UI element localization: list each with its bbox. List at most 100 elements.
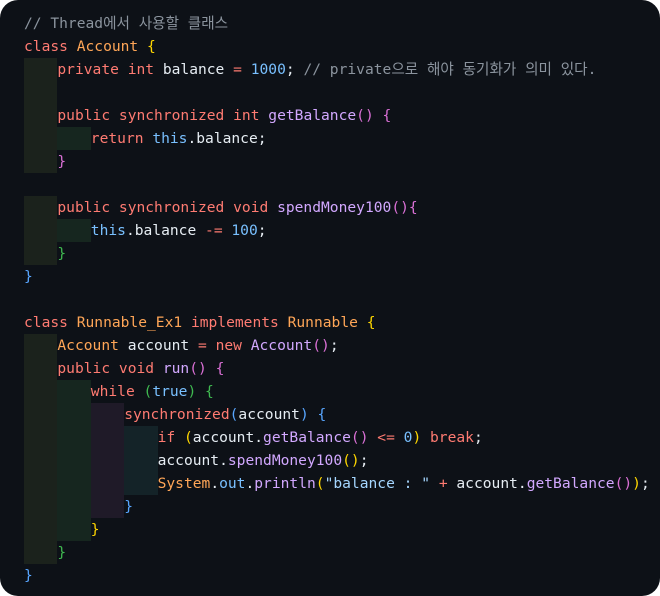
indent-guide bbox=[24, 518, 58, 541]
code-line-25: } bbox=[0, 564, 660, 587]
code-token: -= bbox=[205, 222, 232, 239]
code-token: public bbox=[57, 199, 119, 216]
code-text: // Thread에서 사용할 클래스 bbox=[24, 15, 228, 32]
indent-guide bbox=[57, 219, 91, 242]
code-token: return bbox=[90, 130, 153, 147]
code-token: class bbox=[24, 38, 77, 55]
indent-guide bbox=[24, 357, 58, 380]
indent-guide bbox=[57, 426, 91, 449]
code-token: out bbox=[219, 475, 246, 492]
code-token: Runnable bbox=[287, 314, 367, 331]
code-token: ) bbox=[187, 383, 206, 400]
code-token: .balance bbox=[125, 222, 206, 239]
code-token: this bbox=[90, 222, 126, 239]
indent-guide bbox=[57, 127, 91, 150]
code-token: synchronized bbox=[124, 406, 230, 423]
code-token: int bbox=[127, 61, 163, 78]
code-text: private int balance = 1000; // private으로… bbox=[57, 61, 596, 78]
code-text: System.out.println("balance : " + accoun… bbox=[158, 475, 650, 492]
code-token: { bbox=[382, 107, 392, 124]
indent-guide bbox=[124, 449, 158, 472]
code-line-4 bbox=[0, 81, 660, 104]
code-token: Account bbox=[76, 38, 148, 55]
indent-guide bbox=[57, 518, 91, 541]
code-token: new bbox=[215, 337, 251, 354]
indent-guide bbox=[57, 380, 91, 403]
code-line-10: this.balance -= 100; bbox=[0, 219, 660, 242]
indent-guide bbox=[124, 472, 158, 495]
code-token: public bbox=[57, 360, 119, 377]
code-token: . bbox=[245, 475, 255, 492]
code-token: } bbox=[24, 268, 33, 285]
code-line-14: class Runnable_Ex1 implements Runnable { bbox=[0, 311, 660, 334]
indent-guide bbox=[57, 495, 91, 518]
code-token: void bbox=[118, 360, 163, 377]
indent-guide bbox=[57, 403, 91, 426]
indent-guide bbox=[24, 104, 58, 127]
indent-guide bbox=[24, 81, 58, 104]
indent-guide bbox=[24, 127, 58, 150]
code-line-20: account.spendMoney100(); bbox=[0, 449, 660, 472]
code-token: () bbox=[312, 337, 330, 354]
code-token: account. bbox=[192, 429, 264, 446]
indent-guide bbox=[24, 242, 58, 265]
code-token: account. bbox=[456, 475, 527, 492]
code-token: this bbox=[152, 130, 188, 147]
indent-guide bbox=[90, 449, 125, 472]
indent-guide bbox=[24, 495, 58, 518]
code-token: { bbox=[366, 314, 376, 331]
code-line-2: class Account { bbox=[0, 35, 660, 58]
indent-guide bbox=[90, 426, 125, 449]
code-token: void bbox=[233, 199, 278, 216]
code-line-21: System.out.println("balance : " + accoun… bbox=[0, 472, 660, 495]
code-token: } bbox=[57, 544, 67, 561]
code-token: Runnable_Ex1 bbox=[76, 314, 191, 331]
code-token: getBalance bbox=[263, 429, 351, 446]
code-line-5: public synchronized int getBalance() { bbox=[0, 104, 660, 127]
code-token: . bbox=[210, 475, 220, 492]
code-token: <= bbox=[377, 429, 404, 446]
code-token: ) bbox=[632, 475, 641, 492]
indent-guide bbox=[24, 196, 58, 219]
code-token: = bbox=[233, 61, 251, 78]
code-token: ) bbox=[412, 429, 431, 446]
code-token: () bbox=[342, 452, 360, 469]
code-token: ; bbox=[473, 429, 483, 446]
code-token: () bbox=[189, 360, 216, 377]
code-text: if (account.getBalance() <= 0) break; bbox=[158, 429, 483, 446]
code-text: return this.balance; bbox=[91, 130, 267, 147]
code-window: // Thread에서 사용할 클래스 class Account { priv… bbox=[0, 0, 660, 596]
code-token: ) bbox=[299, 406, 318, 423]
code-line-19: if (account.getBalance() <= 0) break; bbox=[0, 426, 660, 449]
code-token: true bbox=[152, 383, 188, 400]
code-line-17: while (true) { bbox=[0, 380, 660, 403]
code-token: () bbox=[391, 199, 409, 216]
code-line-1: // Thread에서 사용할 클래스 bbox=[0, 12, 660, 35]
code-token: implements bbox=[190, 314, 288, 331]
code-token: ; bbox=[329, 337, 339, 354]
indent-guide bbox=[24, 426, 58, 449]
code-token: // private으로 해야 동기화가 의미 있다. bbox=[303, 61, 597, 78]
code-token: Account bbox=[250, 337, 313, 354]
code-token: { bbox=[147, 38, 156, 55]
code-token: synchronized bbox=[118, 107, 234, 124]
code-text: } bbox=[91, 521, 100, 538]
code-token: private bbox=[57, 61, 128, 78]
code-token: class bbox=[24, 314, 77, 331]
code-token: balance bbox=[162, 61, 234, 78]
indent-guide bbox=[90, 495, 125, 518]
code-line-24: } bbox=[0, 541, 660, 564]
code-token: ; bbox=[285, 61, 304, 78]
code-token: int bbox=[233, 107, 269, 124]
code-token: spendMoney100 bbox=[227, 452, 343, 469]
code-token: account bbox=[238, 406, 300, 423]
code-token: 1000 bbox=[250, 61, 286, 78]
code-token: } bbox=[24, 567, 33, 584]
code-line-7: } bbox=[0, 150, 660, 173]
code-line-11: } bbox=[0, 242, 660, 265]
code-token: ( bbox=[183, 429, 193, 446]
code-token: } bbox=[57, 153, 67, 170]
code-token: if bbox=[157, 429, 184, 446]
indent-guide bbox=[90, 403, 125, 426]
